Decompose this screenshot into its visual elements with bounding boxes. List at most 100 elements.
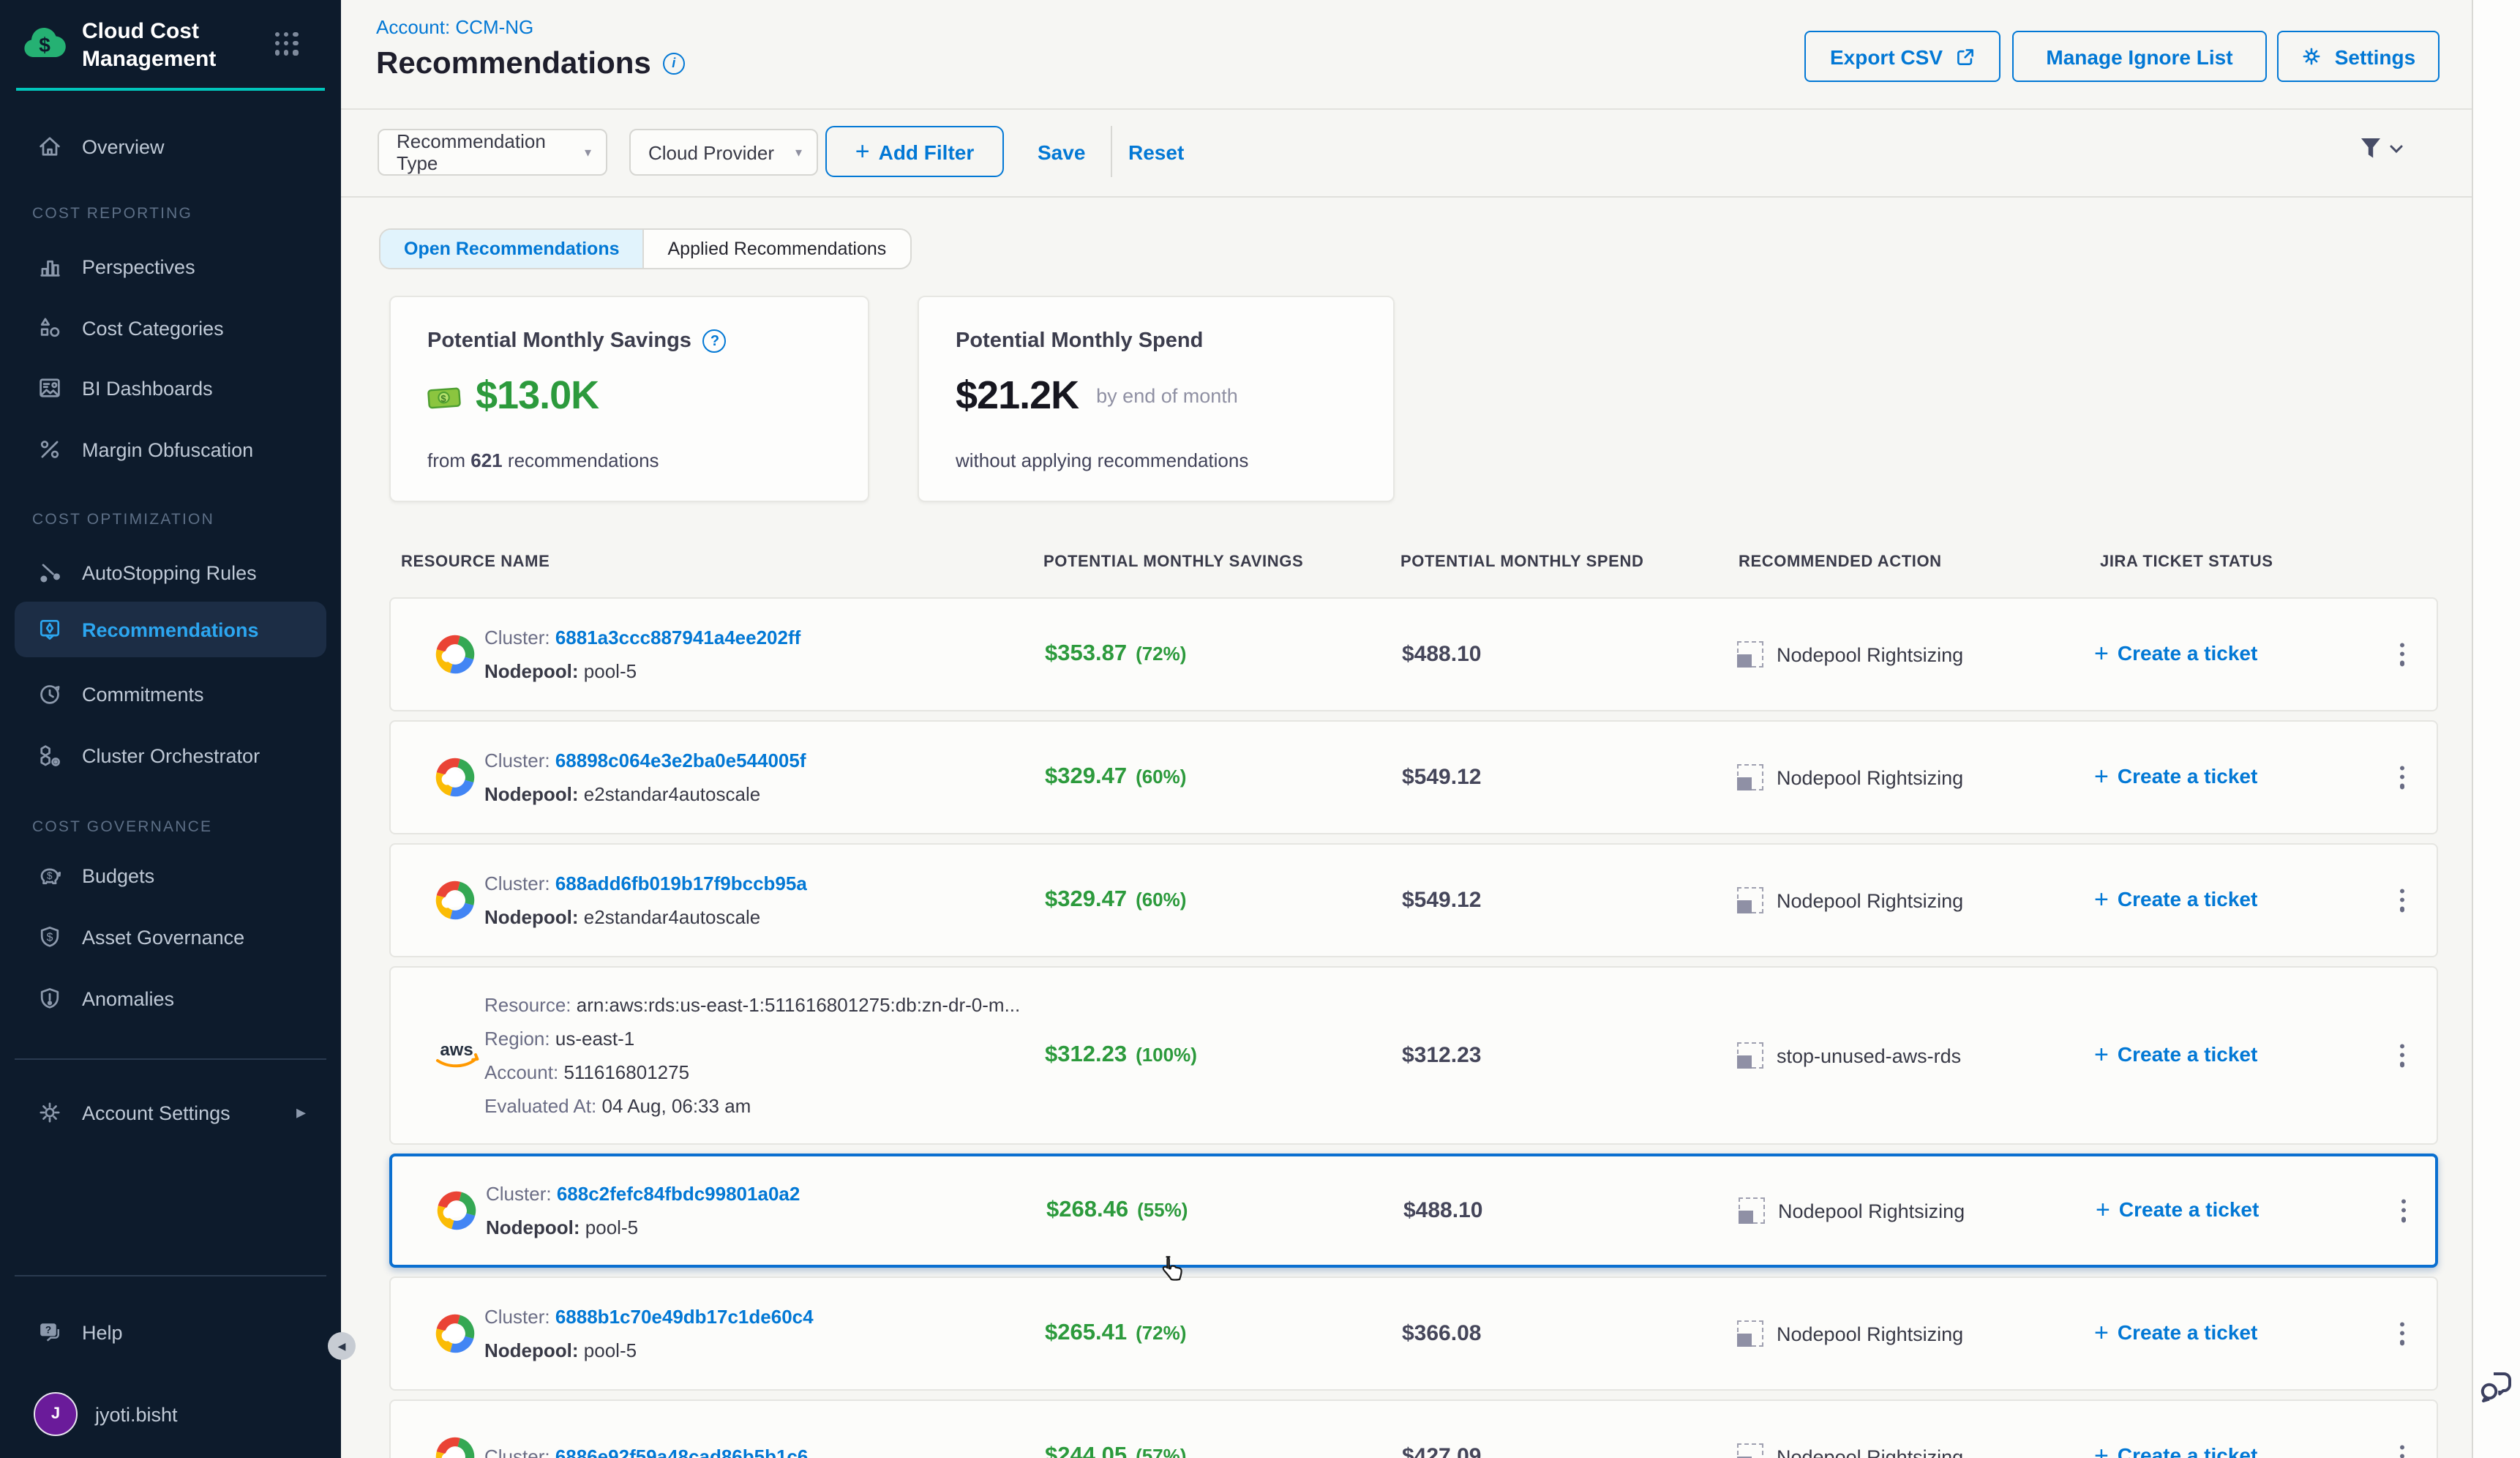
- resource-line-label: Nodepool:: [484, 906, 579, 928]
- resource-line-value[interactable]: 6881a3ccc887941a4ee202ff: [555, 627, 800, 648]
- sidebar-item-anomalies[interactable]: Anomalies: [15, 971, 326, 1026]
- sidebar-item-margin-obfuscation[interactable]: Margin Obfuscation: [15, 422, 326, 477]
- resource-line-label: Nodepool:: [484, 1339, 579, 1361]
- resource-line-value: pool-5: [585, 1216, 638, 1238]
- resource-line: Cluster: 6881a3ccc887941a4ee202ff: [484, 621, 800, 654]
- resource-line: Evaluated At: 04 Aug, 06:33 am: [484, 1089, 1020, 1123]
- reset-filter-link[interactable]: Reset: [1128, 141, 1184, 164]
- table-row[interactable]: Cluster: 6881a3ccc887941a4ee202ff Nodepoo…: [389, 597, 2438, 711]
- table-row[interactable]: Cluster: 688add6fb019b17f9bccb95a Nodepoo…: [389, 843, 2438, 957]
- export-csv-button[interactable]: Export CSV: [1804, 31, 2000, 82]
- sidebar-item-label: Margin Obfuscation: [82, 438, 253, 460]
- recommended-action-cell: Nodepool Rightsizing: [1737, 1443, 1963, 1458]
- tab-open-recommendations[interactable]: Open Recommendations: [380, 230, 645, 268]
- resource-line: Cluster: 6888b1c70e49db17c1de60c4: [484, 1300, 814, 1334]
- create-ticket-link[interactable]: +Create a ticket: [2096, 1196, 2259, 1225]
- sidebar-item-label: Overview: [82, 135, 165, 157]
- kebab-menu-icon[interactable]: [2394, 637, 2410, 671]
- potential-monthly-spend-cell: $488.10: [1402, 642, 1481, 667]
- savings-note: from 621 recommendations: [427, 449, 659, 471]
- resource-line: Region: us-east-1: [484, 1022, 1020, 1055]
- resource-line-value: arn:aws:rds:us-east-1:511616801275:db:zn…: [577, 994, 1021, 1016]
- potential-monthly-spend-cell: $427.09: [1402, 1444, 1481, 1458]
- sidebar-item-help[interactable]: ? Help: [15, 1304, 326, 1360]
- help-question-icon[interactable]: ?: [703, 329, 727, 353]
- table-row[interactable]: Cluster: 6886e92f59a48cad86b5b1c6$244.05…: [389, 1399, 2438, 1458]
- app-switcher-icon[interactable]: [275, 32, 298, 55]
- kebab-menu-icon[interactable]: [2396, 1193, 2412, 1227]
- col-potential-monthly-spend: POTENTIAL MONTHLY SPEND: [1400, 553, 1643, 571]
- breadcrumb[interactable]: Account: CCM-NG: [376, 16, 533, 38]
- savings-value: $329.47: [1045, 764, 1127, 789]
- sidebar-item-overview[interactable]: Overview: [15, 119, 326, 174]
- gcp-logo-icon: [430, 755, 480, 799]
- resource-line-value[interactable]: 688c2fefc84fbdc99801a0a2: [557, 1183, 800, 1205]
- kebab-menu-icon[interactable]: [2394, 1439, 2410, 1458]
- create-ticket-link[interactable]: +Create a ticket: [2094, 763, 2257, 792]
- sidebar-item-cluster-orchestrator[interactable]: Cluster Orchestrator: [15, 728, 326, 783]
- sidebar-item-autostopping-rules[interactable]: AutoStopping Rules: [15, 545, 326, 600]
- resource-line: Cluster: 688add6fb019b17f9bccb95a: [484, 867, 807, 900]
- money-icon: $: [427, 381, 464, 411]
- sidebar-item-recommendations[interactable]: Recommendations: [15, 602, 326, 657]
- svg-text:$: $: [440, 392, 446, 403]
- chat-support-icon[interactable]: [2476, 1367, 2516, 1407]
- resource-line: Cluster: 6886e92f59a48cad86b5b1c6: [484, 1440, 808, 1458]
- savings-percent: (60%): [1136, 766, 1186, 788]
- create-ticket-link[interactable]: +Create a ticket: [2094, 640, 2257, 669]
- kebab-menu-icon[interactable]: [2394, 1038, 2410, 1072]
- add-filter-button[interactable]: + Add Filter: [825, 126, 1004, 177]
- create-ticket-link[interactable]: +Create a ticket: [2094, 1442, 2257, 1458]
- save-filter-link[interactable]: Save: [1038, 141, 1085, 164]
- svg-text:$: $: [39, 34, 50, 56]
- create-ticket-link[interactable]: +Create a ticket: [2094, 886, 2257, 915]
- resource-line-value: pool-5: [584, 1339, 637, 1361]
- settings-button[interactable]: Settings: [2277, 31, 2440, 82]
- potential-monthly-spend-card: Potential Monthly Spend $21.2K by end of…: [918, 296, 1395, 502]
- resource-line-value[interactable]: 68898c064e3e2ba0e544005f: [555, 749, 806, 771]
- resource-line-value[interactable]: 688add6fb019b17f9bccb95a: [555, 872, 807, 894]
- recommended-action-cell: Nodepool Rightsizing: [1737, 1320, 1963, 1347]
- tab-applied-recommendations[interactable]: Applied Recommendations: [645, 230, 910, 268]
- kebab-menu-icon[interactable]: [2394, 1316, 2410, 1350]
- create-ticket-link[interactable]: +Create a ticket: [2094, 1041, 2257, 1070]
- savings-value: $353.87: [1045, 641, 1127, 666]
- table-row[interactable]: awsResource: arn:aws:rds:us-east-1:51161…: [389, 966, 2438, 1145]
- kebab-menu-icon[interactable]: [2394, 760, 2410, 794]
- chat-question-icon: ?: [37, 1319, 63, 1345]
- potential-monthly-savings-cell: $312.23(100%): [1045, 1042, 1197, 1069]
- table-row[interactable]: Cluster: 688c2fefc84fbdc99801a0a2Nodepoo…: [389, 1154, 2438, 1268]
- sidebar-section-label: COST OPTIMIZATION: [32, 511, 214, 528]
- user-menu[interactable]: J jyoti.bisht: [15, 1386, 326, 1442]
- sidebar-item-cost-categories[interactable]: Cost Categories: [15, 300, 326, 356]
- sidebar-item-asset-governance[interactable]: $Asset Governance: [15, 909, 326, 965]
- recommended-action-label: stop-unused-aws-rds: [1777, 1044, 1961, 1066]
- sidebar-item-account-settings[interactable]: Account Settings ▸: [15, 1085, 326, 1140]
- sidebar-item-bi-dashboards[interactable]: BI Dashboards: [15, 360, 326, 416]
- resource-name-cell: Resource: arn:aws:rds:us-east-1:51161680…: [484, 988, 1020, 1123]
- recommended-action-cell: Nodepool Rightsizing: [1739, 1197, 1965, 1224]
- manage-ignore-list-button[interactable]: Manage Ignore List: [2012, 31, 2267, 82]
- page-title: Recommendationsi: [376, 47, 685, 82]
- info-icon[interactable]: i: [663, 53, 685, 75]
- col-recommended-action: RECOMMENDED ACTION: [1739, 553, 1942, 571]
- sidebar-item-perspectives[interactable]: Perspectives: [15, 239, 326, 294]
- create-ticket-link[interactable]: +Create a ticket: [2094, 1319, 2257, 1348]
- rightsizing-icon: [1737, 641, 1763, 668]
- table-row[interactable]: Cluster: 68898c064e3e2ba0e544005fNodepoo…: [389, 720, 2438, 834]
- svg-text:?: ?: [45, 1325, 51, 1336]
- resource-line-value: pool-5: [584, 660, 637, 682]
- recommendation-type-dropdown[interactable]: Recommendation Type▾: [378, 129, 607, 176]
- sidebar-item-budgets[interactable]: $Budgets: [15, 848, 326, 903]
- kebab-menu-icon[interactable]: [2394, 883, 2410, 917]
- resource-line-value[interactable]: 6886e92f59a48cad86b5b1c6: [555, 1446, 809, 1458]
- sidebar-item-commitments[interactable]: Commitments: [15, 666, 326, 722]
- cloud-provider-dropdown[interactable]: Cloud Provider▾: [629, 129, 818, 176]
- sidebar-collapse-handle[interactable]: ◀: [328, 1332, 356, 1360]
- filter-panel-toggle[interactable]: [2359, 136, 2403, 161]
- recommended-action-label: Nodepool Rightsizing: [1777, 643, 1963, 665]
- resource-line-value[interactable]: 6888b1c70e49db17c1de60c4: [555, 1306, 814, 1328]
- chevron-right-icon: ▸: [296, 1101, 306, 1124]
- right-scroll-strip[interactable]: [2472, 0, 2520, 1458]
- table-row[interactable]: Cluster: 6888b1c70e49db17c1de60c4 Nodepoo…: [389, 1276, 2438, 1391]
